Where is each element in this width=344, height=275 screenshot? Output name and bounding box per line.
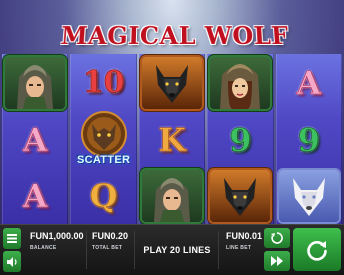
reel-2-row-1-symbol: 10 — [82, 65, 125, 101]
scatter-symbol: SCATTER — [72, 110, 136, 170]
autoplay-icon — [271, 232, 283, 244]
separator — [86, 231, 87, 269]
symbol-hunter-wolf-hood — [3, 54, 67, 111]
scatter-label: SCATTER — [76, 153, 131, 166]
sound-button[interactable] — [3, 251, 21, 272]
speaker-icon — [6, 256, 17, 267]
total-bet-field[interactable]: FUN0.20 TOTAL BET — [92, 231, 128, 251]
game-title: MAGICAL WOLF — [60, 20, 290, 50]
fast-forward-icon — [271, 256, 283, 266]
symbol-black-wolf — [208, 167, 272, 224]
line-bet-value: FUN0.01 — [226, 231, 263, 241]
symbol-scatter: SCATTER — [71, 110, 136, 170]
symbol-black-wolf — [140, 54, 204, 111]
symbol-a: A — [3, 167, 67, 224]
balance-label: BALANCE — [30, 245, 57, 251]
symbol-9: 9 — [208, 111, 272, 168]
symbol-10: 10 — [71, 54, 135, 111]
autoplay-button[interactable] — [264, 228, 290, 248]
reel-1: A A — [2, 54, 69, 224]
reel-5-row-1-symbol: A — [296, 63, 322, 102]
reel-2: 10 SCATTER Q — [70, 54, 137, 224]
symbol-a: A — [277, 54, 341, 111]
symbol-woman-wolf-hood — [208, 54, 272, 111]
turbo-button[interactable] — [264, 251, 290, 271]
control-bar: FUN1,000.00 BALANCE FUN0.20 TOTAL BET PL… — [0, 224, 344, 275]
game-screen: MAGICAL WOLF A A 10 SCATTER Q K 9 A 9 FU… — [0, 0, 344, 275]
line-bet-label: LINE BET — [226, 245, 252, 251]
reel-1-row-2-symbol: A — [22, 120, 48, 159]
reel-3: K — [138, 54, 206, 224]
symbol-a: A — [3, 111, 67, 168]
menu-icon — [7, 234, 17, 243]
symbol-q: Q — [71, 167, 135, 224]
reel-1-row-3-symbol: A — [22, 176, 48, 215]
reels-area: A A 10 SCATTER Q K 9 A 9 — [2, 54, 343, 224]
total-bet-label: TOTAL BET — [92, 245, 123, 251]
separator — [218, 231, 219, 269]
symbol-hunter-wolf-hood — [140, 167, 204, 224]
black-wolf-icon — [142, 56, 203, 109]
reel-2-row-3-symbol: Q — [89, 176, 118, 215]
balance-value: FUN1,000.00 — [30, 231, 84, 241]
menu-button[interactable] — [3, 228, 21, 249]
line-bet-field[interactable]: FUN0.01 LINE BET — [226, 231, 262, 251]
reel-5: A 9 — [275, 54, 343, 224]
hunter-wolf-hood-icon — [5, 56, 66, 109]
reel-5-row-2-symbol: 9 — [297, 120, 320, 159]
symbol-white-wolf — [277, 167, 341, 224]
reel-3-row-2-symbol: K — [158, 120, 186, 159]
spin-button[interactable] — [293, 228, 341, 271]
balance-field: FUN1,000.00 BALANCE — [30, 231, 84, 251]
symbol-9: 9 — [277, 111, 341, 168]
reel-4: 9 — [207, 54, 274, 224]
woman-wolf-hood-icon — [210, 56, 271, 109]
play-lines-button[interactable]: PLAY 20 LINES — [132, 236, 222, 264]
reel-4-row-2-symbol: 9 — [229, 120, 252, 159]
game-logo: MAGICAL WOLF — [60, 20, 290, 50]
black-wolf-icon — [210, 169, 271, 222]
white-wolf-icon — [278, 169, 339, 222]
symbol-k: K — [140, 111, 204, 168]
hunter-wolf-hood-icon — [142, 169, 203, 222]
total-bet-value: FUN0.20 — [92, 231, 129, 241]
spin-arrow-icon — [307, 240, 327, 261]
